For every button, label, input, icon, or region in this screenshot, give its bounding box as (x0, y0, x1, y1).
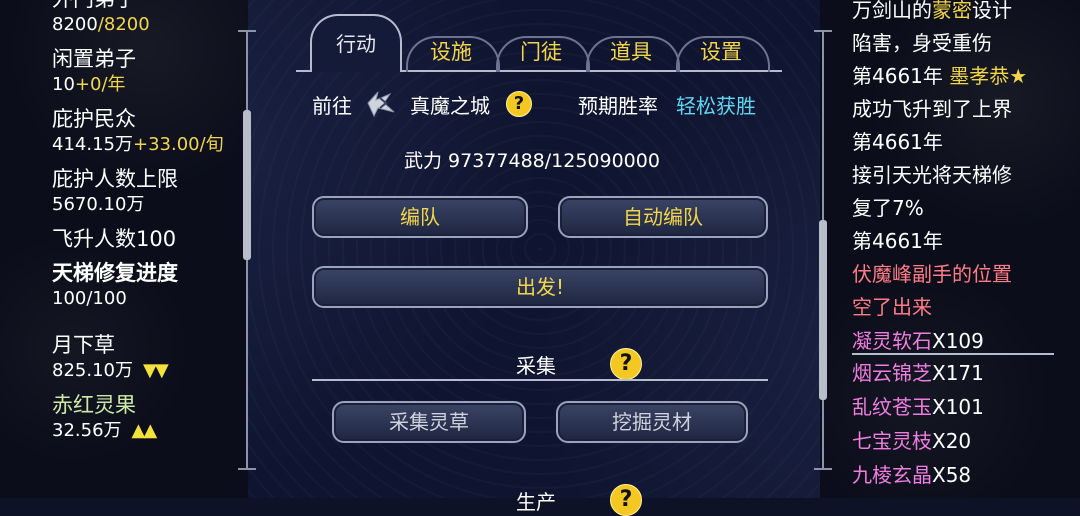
log-line: 空了出来 (852, 295, 932, 319)
tab-items[interactable]: 道具 (591, 36, 671, 66)
scrollbar-cap-bottom (814, 468, 832, 470)
production-section-title: 生产 (516, 490, 556, 514)
mine-materials-button[interactable]: 挖掘灵材 (556, 401, 748, 443)
herb-moonlight-stat: 月下草 825.10万 ▼▼ (52, 332, 242, 384)
idle-disciples-label: 闲置弟子 (52, 47, 136, 71)
scrollbar-thumb[interactable] (819, 220, 827, 400)
scrollbar-thumb[interactable] (243, 110, 251, 260)
idle-disciples-rate: +0/年 (74, 74, 126, 95)
herb-redfruit-value: 32.56万 (52, 420, 122, 441)
herb-moonlight-label: 月下草 (52, 333, 115, 357)
log-line: 接引天光将天梯修 (852, 163, 1012, 187)
ascension-count-label: 飞升人数100 (52, 227, 177, 251)
outer-disciples-max: /8200 (97, 14, 150, 35)
outer-disciples-label: 外门弟子 (52, 0, 242, 12)
idle-disciples-stat: 闲置弟子 10+0/年 (52, 46, 242, 98)
right-scrollbar[interactable] (814, 30, 832, 470)
destination-name[interactable]: 真魔之城 (410, 90, 490, 119)
gather-help-icon[interactable]: ? (610, 348, 642, 380)
protect-limit-label: 庇护人数上限 (52, 167, 178, 191)
goto-label: 前往 (312, 94, 352, 118)
protect-limit-stat: 庇护人数上限 5670.10万 (52, 166, 242, 218)
herb-moonlight-value: 825.10万 (52, 360, 133, 381)
log-character-name: 蒙密 (932, 0, 972, 22)
win-rate-label: 预期胜率 (578, 94, 658, 118)
win-rate-value: 轻松获胜 (676, 94, 756, 118)
event-log: 万剑山的蒙密设计 陷害，身受重伤 第4661年 墨孝恭★ 成功飞升到了上界 第4… (852, 0, 1072, 492)
protected-people-rate: +33.00/旬 (132, 134, 224, 155)
destination-help-icon[interactable]: ? (506, 91, 532, 117)
tab-settings[interactable]: 设置 (681, 36, 761, 66)
gather-section-title: 采集 (516, 354, 556, 378)
log-line: 第4661年 墨孝恭★ (852, 64, 1028, 88)
loot-item: 凝灵软石X109 (852, 329, 984, 353)
destination-selector-icon[interactable] (364, 88, 398, 123)
tab-action[interactable]: 行动 (310, 14, 402, 72)
depart-button[interactable]: 出发! (312, 266, 768, 308)
log-line: 第4661年 (852, 229, 943, 253)
trend-up-icon: ▲▲ (131, 420, 158, 441)
protect-limit-value: 5670.10万 (52, 194, 145, 215)
log-character-name: 墨孝恭★ (949, 64, 1028, 88)
tab-facility[interactable]: 设施 (411, 36, 491, 66)
formation-button[interactable]: 编队 (312, 196, 528, 238)
loot-item: 烟云锦芝X171 (852, 361, 984, 385)
gather-herbs-button[interactable]: 采集灵草 (332, 401, 526, 443)
sect-stats-panel: 外门弟子 8200/8200 闲置弟子 10+0/年 庇护民众 414.15万+… (52, 0, 242, 452)
loot-item: 七宝灵枝X20 (852, 429, 972, 453)
power-readout: 武力 97377488/125090000 (404, 150, 660, 172)
main-tab-bar: 行动 设施 门徒 道具 设置 (296, 6, 782, 76)
outer-disciples-stat: 外门弟子 8200/8200 (52, 0, 242, 38)
idle-disciples-value: 10 (52, 74, 75, 95)
loot-item: 乱纹苍玉X101 (852, 395, 984, 419)
log-line: 万剑山的蒙密设计 (852, 0, 1012, 22)
gather-divider (312, 379, 768, 381)
protected-people-value: 414.15万 (52, 134, 133, 155)
log-line: 成功飞升到了上界 (852, 97, 1012, 121)
ladder-repair-label: 天梯修复进度 (52, 261, 178, 285)
ladder-repair-stat: 天梯修复进度 100/100 (52, 260, 242, 312)
herb-redfruit-label: 赤红灵果 (52, 393, 136, 417)
production-help-icon[interactable]: ? (610, 484, 642, 516)
left-scrollbar[interactable] (238, 30, 256, 470)
scrollbar-cap-bottom (238, 468, 256, 470)
ladder-repair-value: 100/100 (52, 288, 127, 309)
log-line: 第4661年 (852, 130, 943, 154)
log-line: 陷害，身受重伤 (852, 31, 992, 55)
log-line: 伏魔峰副手的位置 (852, 262, 1012, 286)
protected-people-label: 庇护民众 (52, 107, 136, 131)
tab-disciples[interactable]: 门徒 (501, 36, 581, 66)
auto-formation-button[interactable]: 自动编队 (558, 196, 768, 238)
log-divider (852, 353, 1054, 355)
loot-item: 九棱玄晶X58 (852, 463, 972, 487)
log-line: 复了7% (852, 196, 924, 220)
trend-down-icon: ▼▼ (142, 360, 169, 381)
outer-disciples-current: 8200 (52, 14, 98, 35)
herb-redfruit-stat: 赤红灵果 32.56万 ▲▲ (52, 392, 242, 444)
ascension-count-stat: 飞升人数100 (52, 226, 242, 252)
protected-people-stat: 庇护民众 414.15万+33.00/旬 (52, 106, 242, 158)
